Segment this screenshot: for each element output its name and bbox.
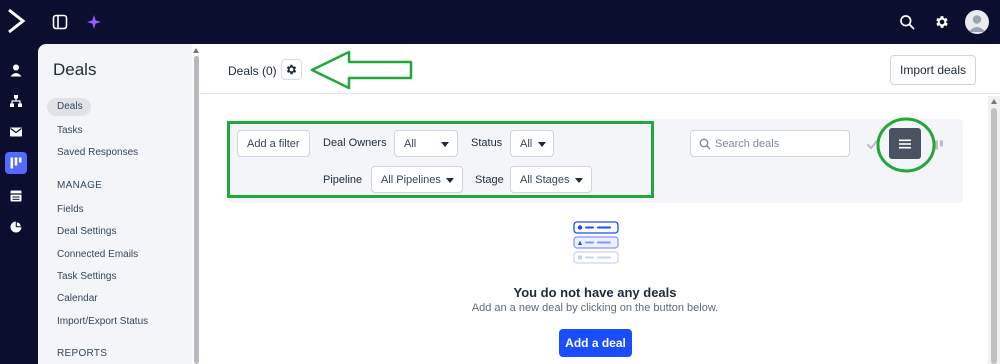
search-icon[interactable] (896, 11, 918, 33)
pipeline-label: Pipeline (323, 174, 363, 186)
nav-heading-reports: REPORTS (57, 348, 108, 359)
scroll-up-arrow-icon[interactable] (193, 48, 199, 53)
status-select[interactable]: All (510, 130, 554, 157)
reports-pie-icon[interactable] (5, 216, 27, 238)
nav-item-deal-settings[interactable]: Deal Settings (57, 226, 116, 237)
deal-owners-value: All (404, 137, 417, 150)
scroll-up-arrow-icon[interactable] (991, 99, 997, 104)
search-input[interactable] (715, 136, 845, 152)
nav-item-import-export-status[interactable]: Import/Export Status (57, 316, 148, 327)
sparkle-icon[interactable] (83, 11, 105, 33)
nav-item-deals[interactable]: Deals (47, 98, 91, 116)
status-value: All (520, 137, 533, 150)
pipeline-value: All Pipelines (381, 173, 441, 186)
contacts-icon[interactable] (5, 59, 27, 81)
deal-settings-button[interactable] (281, 59, 302, 80)
empty-state-subtitle: Add an a new deal by clicking on the but… (471, 302, 719, 314)
checkmark-view-button[interactable] (857, 130, 887, 159)
chevron-down-icon (446, 178, 454, 183)
nav-item-task-settings[interactable]: Task Settings (57, 271, 116, 282)
chevron-down-icon (575, 178, 583, 183)
nav-title: Deals (53, 60, 97, 79)
add-deal-button[interactable]: Add a deal (559, 329, 632, 357)
nav-item-connected-emails[interactable]: Connected Emails (57, 249, 138, 260)
nav-item-calendar[interactable]: Calendar (57, 293, 98, 304)
page-title: Deals (0) (228, 64, 277, 78)
list-view-icon (899, 139, 911, 148)
chevron-down-icon (538, 142, 546, 147)
main-content: Deals (0) Import deals Add a filter Deal… (200, 44, 1000, 364)
checkmark-icon (866, 139, 878, 150)
nav-item-saved-responses[interactable]: Saved Responses (57, 147, 138, 158)
import-deals-button[interactable]: Import deals (890, 55, 976, 85)
empty-deals-illustration-icon (573, 221, 619, 264)
kanban-view-icon (935, 140, 943, 149)
pipeline-select[interactable]: All Pipelines (371, 166, 463, 193)
top-bar (0, 0, 1000, 44)
deal-owners-select[interactable]: All (394, 130, 458, 157)
page-header: Deals (0) Import deals (200, 44, 1000, 94)
sidebar-toggle-icon[interactable] (49, 11, 71, 33)
nav-scroll-thumb[interactable] (194, 56, 199, 364)
search-icon (699, 138, 711, 150)
main-scrollbar[interactable] (988, 96, 1000, 364)
status-label: Status (471, 137, 503, 149)
chevron-down-icon (441, 142, 449, 147)
deals-board-icon[interactable] (5, 152, 27, 174)
mail-icon[interactable] (5, 121, 27, 143)
deal-owners-label: Deal Owners (323, 137, 387, 149)
stage-select[interactable]: All Stages (510, 166, 592, 193)
list-view-button[interactable] (889, 128, 921, 159)
stage-value: All Stages (520, 173, 570, 186)
nav-scrollbar[interactable] (192, 44, 200, 364)
search-field[interactable] (690, 130, 850, 157)
org-chart-icon[interactable] (5, 90, 27, 112)
nav-item-fields[interactable]: Fields (57, 204, 84, 215)
kanban-view-button[interactable] (925, 130, 955, 159)
gear-icon[interactable] (931, 11, 953, 33)
app-logo-icon[interactable] (6, 7, 28, 35)
filter-bar: Add a filter Deal Owners All Status All … (227, 119, 963, 203)
gear-icon (286, 64, 297, 75)
calendar-list-icon[interactable] (5, 185, 27, 207)
empty-state-title: You do not have any deals (513, 285, 677, 300)
nav-heading-manage: MANAGE (57, 180, 103, 191)
main-scroll-thumb[interactable] (991, 108, 997, 364)
user-avatar-icon[interactable] (965, 10, 989, 34)
deals-nav-panel: Deals Deals Tasks Saved Responses MANAGE… (38, 44, 192, 364)
stage-label: Stage (475, 174, 504, 186)
add-filter-button[interactable]: Add a filter (237, 130, 310, 157)
nav-item-tasks[interactable]: Tasks (57, 125, 83, 136)
